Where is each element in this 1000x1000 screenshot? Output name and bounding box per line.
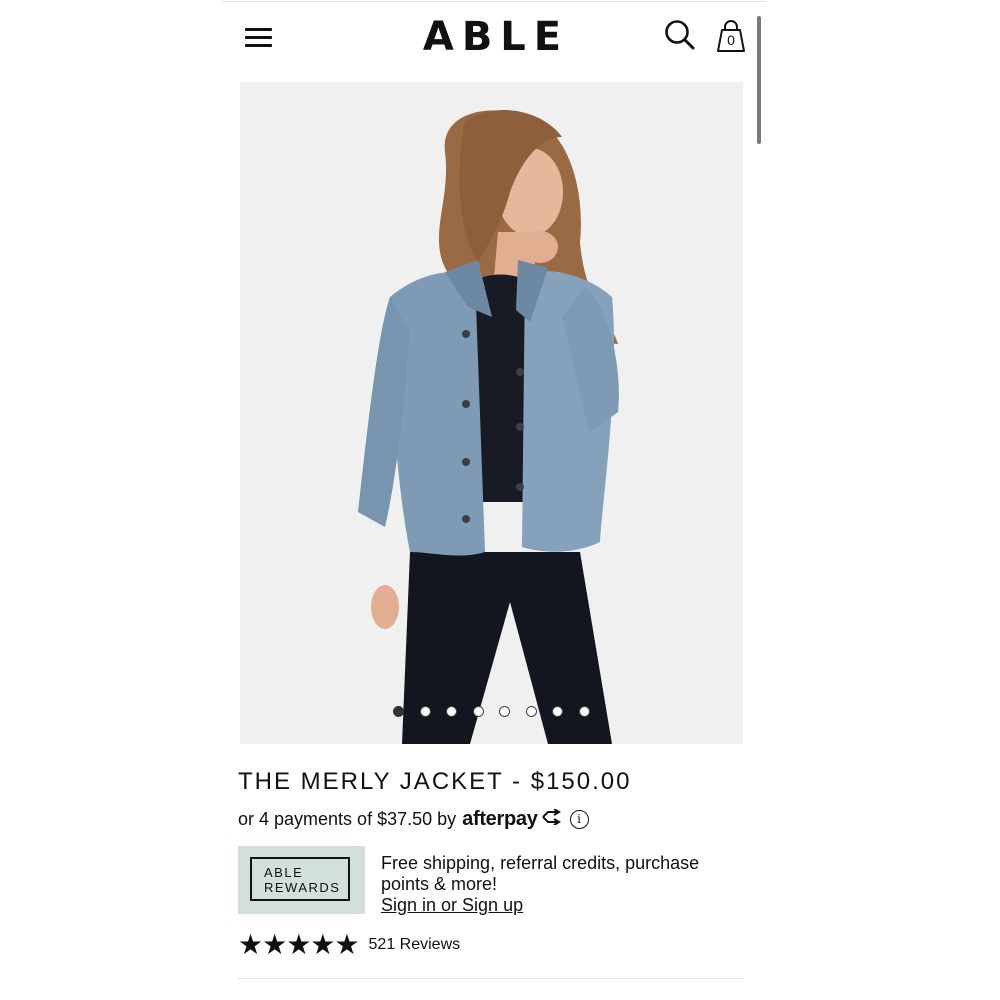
cart-count-badge: 0: [727, 32, 735, 48]
carousel-dot[interactable]: [578, 706, 590, 717]
product-title: THE MERLY JACKET - $150.00: [238, 768, 632, 795]
model-photo: [358, 110, 619, 744]
rewards-logo: ABLE REWARDS: [250, 857, 350, 901]
rewards-logo-line1: ABLE: [264, 865, 304, 880]
hamburger-menu-icon[interactable]: [245, 26, 273, 48]
carousel-dot[interactable]: [472, 706, 484, 717]
star-rating-icon: ★★★★★: [238, 929, 360, 960]
product-image[interactable]: [240, 82, 743, 744]
shopping-bag-button[interactable]: 0: [712, 18, 750, 54]
installment-text: or 4 payments of $37.50 by: [238, 809, 457, 829]
afterpay-installments: or 4 payments of $37.50 by afterpay i: [238, 808, 589, 831]
review-count[interactable]: 521 Reviews: [369, 936, 461, 954]
rewards-promo-text: Free shipping, referral credits, purchas…: [381, 853, 700, 894]
carousel-dot[interactable]: [499, 706, 510, 717]
rewards-logo-line2: REWARDS: [264, 880, 341, 895]
afterpay-logo: afterpay: [462, 808, 538, 830]
site-logo[interactable]: ABLE: [400, 14, 584, 60]
carousel-dot[interactable]: [446, 706, 457, 717]
carousel-dot[interactable]: [525, 706, 537, 717]
carousel-dot[interactable]: [419, 706, 431, 717]
afterpay-arrows-icon: [540, 808, 562, 830]
carousel-dot[interactable]: [552, 706, 563, 717]
info-icon[interactable]: i: [569, 810, 589, 829]
reviews-summary[interactable]: ★★★★★ 521 Reviews: [238, 930, 460, 960]
scrollbar[interactable]: [757, 16, 761, 144]
carousel-indicators: [0, 706, 1000, 720]
able-rewards-badge: ABLE REWARDS: [238, 846, 365, 914]
section-divider: [238, 978, 744, 979]
search-icon[interactable]: [662, 18, 698, 54]
sign-in-link[interactable]: Sign in or Sign up: [381, 895, 741, 916]
rewards-promo: Free shipping, referral credits, purchas…: [381, 853, 741, 916]
top-divider: [222, 1, 766, 2]
carousel-dot[interactable]: [393, 706, 404, 717]
